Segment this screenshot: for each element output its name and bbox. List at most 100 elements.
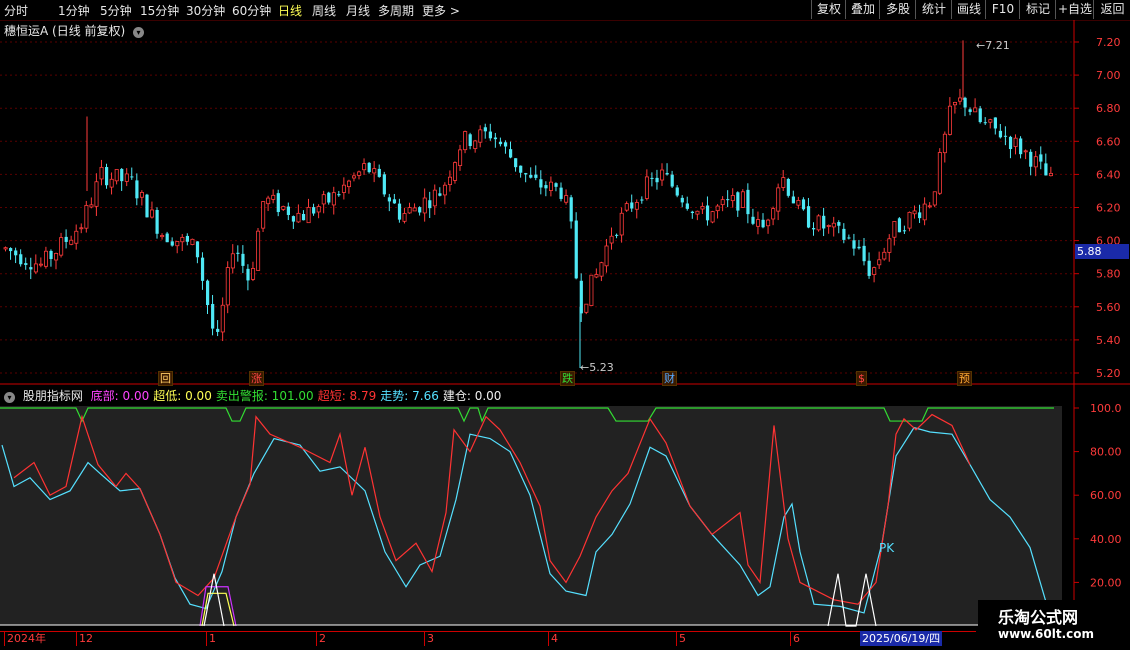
event-marker-4[interactable]: $: [856, 371, 867, 386]
candle: [211, 294, 215, 336]
candle: [615, 233, 619, 239]
candle: [776, 183, 781, 221]
candle: [286, 202, 290, 221]
candle: [185, 233, 189, 246]
toolbar-button-4[interactable]: 画线: [951, 0, 986, 19]
toolbar-button-2[interactable]: 多股: [879, 0, 916, 19]
candle: [463, 130, 468, 154]
candle: [206, 279, 210, 314]
candle: [589, 274, 594, 306]
candle: [38, 257, 43, 268]
period-tab-6[interactable]: 日线: [278, 2, 302, 19]
indicator-axis-tick: 60.00: [1090, 489, 1122, 502]
period-tab-5[interactable]: 60分钟: [232, 2, 271, 19]
candle: [99, 159, 104, 186]
candle: [175, 241, 180, 254]
candle: [160, 233, 165, 240]
candle: [786, 177, 790, 198]
toolbar-button-7[interactable]: +自选: [1055, 0, 1094, 19]
candle: [624, 201, 629, 212]
candle: [897, 217, 902, 233]
candle: [953, 101, 958, 114]
event-marker-3[interactable]: 财: [662, 371, 677, 386]
candle: [705, 196, 710, 226]
candle: [316, 204, 321, 219]
candle: [937, 148, 942, 196]
candle: [180, 234, 185, 252]
candle: [387, 193, 391, 212]
candle: [554, 182, 558, 192]
candle: [438, 187, 442, 197]
candle: [816, 214, 821, 232]
candle: [306, 198, 311, 224]
candle: [837, 220, 841, 234]
date-label-2: 1: [206, 632, 216, 646]
candle: [357, 170, 362, 180]
date-label-0: 2024年: [4, 632, 46, 646]
candle: [483, 123, 487, 139]
candle: [453, 161, 458, 184]
candle: [321, 190, 326, 214]
period-toolbar: 分时 1分钟 5分钟 15分钟 30分钟 60分钟 日线 周线 月线 多周期 更多 > 复权 叠加 多股统…: [0, 0, 1130, 21]
candle: [690, 210, 694, 219]
candle: [619, 207, 624, 243]
toolbar-button-8[interactable]: 返回: [1093, 0, 1130, 19]
candle: [120, 168, 124, 191]
candle: [236, 245, 240, 262]
candle: [442, 182, 447, 205]
candle: [165, 231, 169, 243]
candle: [529, 167, 533, 179]
candle: [973, 98, 978, 113]
toolbar-button-0[interactable]: 复权: [811, 0, 846, 19]
candle: [801, 197, 806, 211]
date-label-4: 3: [424, 632, 434, 646]
toolbar-button-3[interactable]: 统计: [915, 0, 952, 19]
candle: [791, 190, 795, 204]
watermark-title: 乐淘公式网: [998, 608, 1079, 627]
toolbar-button-1[interactable]: 叠加: [845, 0, 880, 19]
period-tab-1[interactable]: 1分钟: [58, 2, 90, 19]
candle: [49, 249, 53, 267]
candle: [983, 117, 987, 126]
price-axis-tick: 7.20: [1096, 36, 1121, 49]
candle: [114, 169, 119, 185]
candle: [993, 117, 997, 135]
candle: [493, 132, 498, 148]
period-tab-4[interactable]: 30分钟: [186, 2, 225, 19]
current-price-badge: 5.88: [1075, 244, 1129, 259]
period-tab-0[interactable]: 分时: [4, 2, 28, 19]
candle: [796, 196, 801, 210]
period-tab-8[interactable]: 月线: [346, 2, 370, 19]
candle: [726, 190, 730, 208]
candle: [715, 204, 720, 219]
period-tab-10[interactable]: 更多 >: [422, 2, 460, 19]
candle: [276, 189, 280, 217]
candle: [341, 177, 346, 200]
event-marker-2[interactable]: 跌: [560, 371, 575, 386]
candle: [29, 257, 33, 280]
indicator-panel-bg: [0, 406, 1062, 625]
candle: [432, 184, 437, 215]
period-tab-7[interactable]: 周线: [312, 2, 336, 19]
toolbar-button-5[interactable]: F10: [985, 0, 1020, 19]
toolbar-button-6[interactable]: 标记: [1019, 0, 1056, 19]
price-axis-tick: 5.20: [1096, 367, 1121, 380]
candle: [458, 144, 463, 171]
candle: [509, 141, 513, 159]
candle: [670, 170, 674, 189]
period-tab-2[interactable]: 5分钟: [100, 2, 132, 19]
period-tab-9[interactable]: 多周期: [378, 2, 414, 19]
event-marker-5[interactable]: 预: [957, 371, 972, 386]
candle: [609, 227, 614, 250]
candle: [887, 234, 892, 262]
candlestick-series: [3, 40, 1053, 369]
candle: [514, 158, 518, 172]
event-marker-0[interactable]: 回: [158, 371, 173, 386]
candle: [1039, 146, 1043, 170]
event-marker-1[interactable]: 涨: [249, 371, 264, 386]
candle: [862, 237, 866, 266]
candle: [220, 297, 225, 342]
period-tab-3[interactable]: 15分钟: [140, 2, 179, 19]
candle: [907, 211, 912, 232]
candle: [710, 210, 715, 224]
